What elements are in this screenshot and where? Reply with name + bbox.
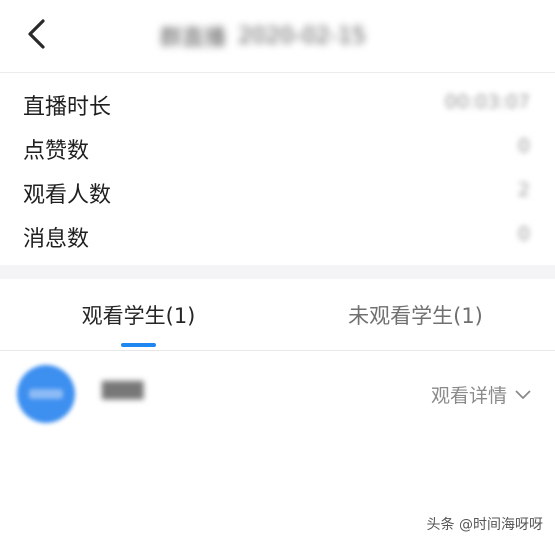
chevron-left-icon <box>28 19 45 49</box>
stat-row-viewers: 观看人数 2 <box>0 169 555 213</box>
top-bar: 群直播 2020-02-15 <box>0 0 555 73</box>
section-divider <box>0 265 555 279</box>
stat-label: 观看人数 <box>23 183 112 208</box>
stat-label: 消息数 <box>23 227 90 252</box>
stat-row-messages: 消息数 0 <box>0 213 555 257</box>
stat-label: 点赞数 <box>23 139 90 164</box>
list-item: ▇▇▇ 观看详情 <box>0 351 555 435</box>
tab-label: 观看学生(1) <box>81 304 196 328</box>
view-details-label: 观看详情 <box>430 385 507 407</box>
stat-row-likes: 点赞数 0 <box>0 125 555 169</box>
stat-value: 0 <box>517 135 530 157</box>
tab-label: 未观看学生(1) <box>348 304 483 328</box>
stat-value: 2 <box>517 179 530 201</box>
view-details-button[interactable]: 观看详情 <box>431 381 531 408</box>
student-tabs: 观看学生(1) 未观看学生(1) <box>0 279 555 351</box>
stats-panel: 直播时长 00:03:07 点赞数 0 观看人数 2 消息数 0 <box>0 73 555 265</box>
stat-label: 直播时长 <box>23 95 112 120</box>
page-title: 群直播 2020-02-15 <box>160 18 410 54</box>
tab-unwatched-students[interactable]: 未观看学生(1) <box>277 279 554 350</box>
stat-value: 00:03:07 <box>444 91 530 113</box>
stat-value: 0 <box>517 223 530 245</box>
page-title-text: 群直播 <box>160 26 227 51</box>
chevron-down-icon <box>515 390 531 399</box>
active-tab-indicator <box>121 343 156 347</box>
tab-watched-students[interactable]: 观看学生(1) <box>0 279 277 350</box>
watermark: 头条 @时间海呀呀 <box>426 517 543 533</box>
student-name: ▇▇▇ <box>102 379 144 400</box>
back-button[interactable] <box>18 12 58 56</box>
page-title-date: 2020-02-15 <box>238 23 366 49</box>
avatar <box>17 365 75 423</box>
stat-row-duration: 直播时长 00:03:07 <box>0 81 555 125</box>
